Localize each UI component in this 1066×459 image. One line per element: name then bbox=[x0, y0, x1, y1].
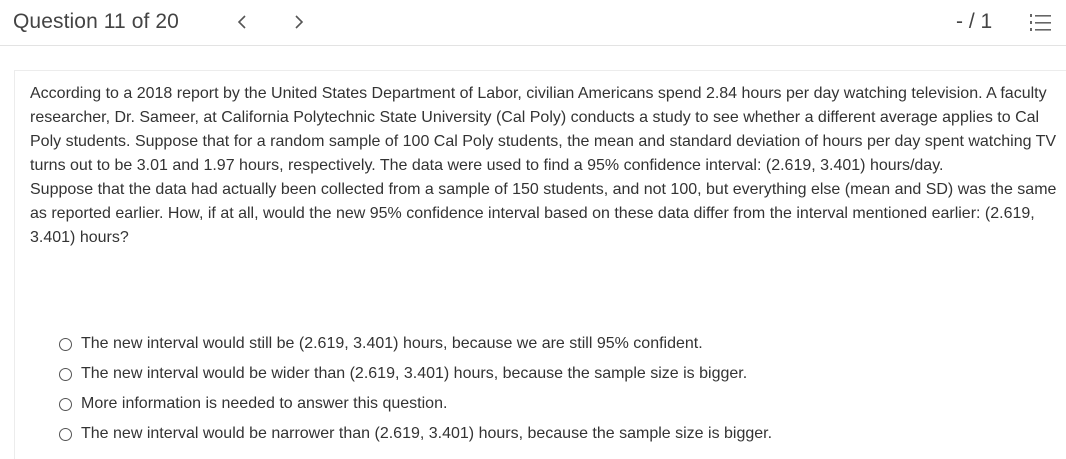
chevron-left-icon bbox=[237, 15, 247, 29]
answer-option-label: The new interval would still be (2.619, … bbox=[81, 335, 703, 352]
question-counter: Question 11 of 20 bbox=[13, 10, 179, 33]
answer-option-3[interactable]: More information is needed to answer thi… bbox=[59, 389, 1039, 419]
previous-question-button[interactable] bbox=[232, 10, 252, 34]
question-list-icon bbox=[1028, 14, 1054, 38]
question-panel: According to a 2018 report by the United… bbox=[14, 70, 1066, 459]
answer-option-label: More information is needed to answer thi… bbox=[81, 395, 448, 412]
score-display: - / 1 bbox=[956, 10, 993, 33]
question-paragraph-2: Suppose that the data had actually been … bbox=[30, 181, 1057, 246]
answer-option-label: The new interval would be narrower than … bbox=[81, 425, 773, 442]
question-paragraph-1: According to a 2018 report by the United… bbox=[30, 85, 1057, 174]
answer-option-1[interactable]: The new interval would still be (2.619, … bbox=[59, 329, 1039, 359]
next-question-button[interactable] bbox=[289, 10, 309, 34]
radio-button[interactable] bbox=[59, 367, 72, 381]
header-spacer bbox=[0, 47, 1066, 70]
question-list-button[interactable] bbox=[1028, 12, 1054, 34]
answer-option-4[interactable]: The new interval would be narrower than … bbox=[59, 419, 1039, 449]
question-text: According to a 2018 report by the United… bbox=[30, 82, 1060, 250]
chevron-right-icon bbox=[294, 15, 304, 29]
radio-button[interactable] bbox=[59, 397, 72, 411]
answer-option-label: The new interval would be wider than (2.… bbox=[81, 365, 748, 382]
radio-button[interactable] bbox=[59, 337, 72, 351]
answer-options: The new interval would still be (2.619, … bbox=[59, 329, 1039, 449]
answer-option-2[interactable]: The new interval would be wider than (2.… bbox=[59, 359, 1039, 389]
radio-button[interactable] bbox=[59, 427, 72, 441]
question-header: Question 11 of 20 - / 1 bbox=[0, 0, 1066, 46]
